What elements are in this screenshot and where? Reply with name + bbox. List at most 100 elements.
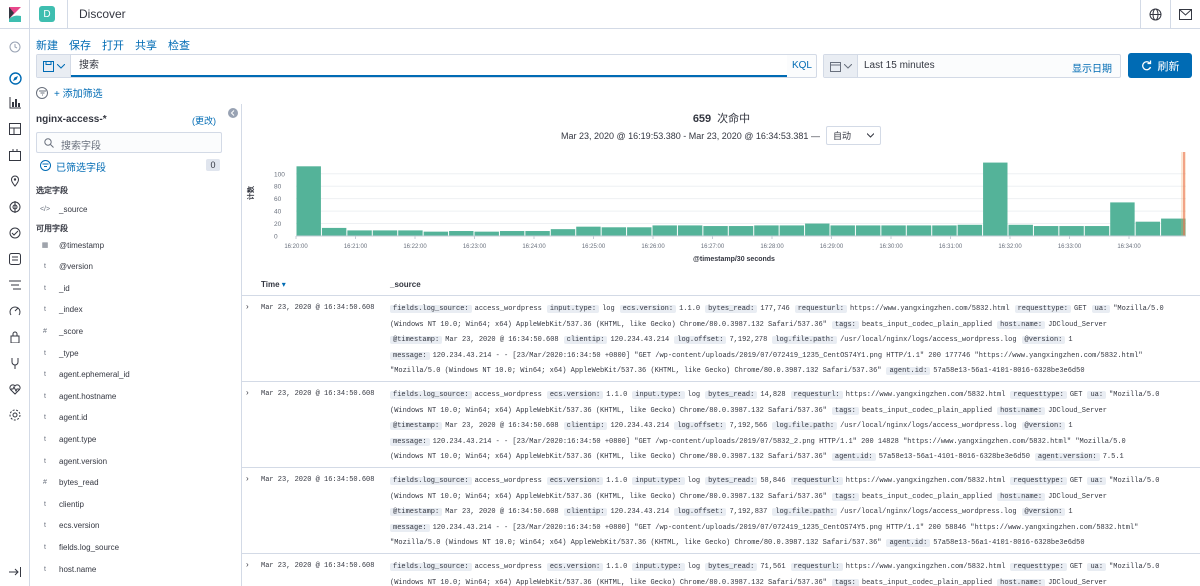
add-filter-link[interactable]: + 添加筛选 [54,85,103,100]
dashboard-icon[interactable] [8,122,22,136]
field-item-agent-type[interactable]: t agent.type [38,432,96,446]
source-key: agent.id: [886,367,931,375]
infra-icon[interactable] [8,226,22,240]
field-item-index[interactable]: t _index [38,303,83,317]
expand-row-icon[interactable]: › [246,302,249,311]
doc-source: fields.log_source: access_wordpress ecs.ve… [390,388,1190,466]
doc-source: fields.log_source: access_wordpress ecs.ve… [390,474,1190,552]
table-row[interactable]: › Mar 23, 2020 @ 16:34:50.608 fields.log_s… [242,296,1200,382]
help-globe-icon[interactable] [1140,0,1170,29]
field-item-bytes-read[interactable]: # bytes_read [38,476,99,490]
logs-icon[interactable] [8,252,22,266]
collapse-nav-icon[interactable] [8,565,22,579]
field-item-timestamp[interactable]: ▦ @timestamp [38,238,104,252]
canvas-icon[interactable] [8,148,22,162]
col-time-label: Time [261,280,280,289]
field-search-placeholder: 搜索字段 [61,141,101,152]
field-item-agent-ephemeral-id[interactable]: t agent.ephemeral_id [38,368,130,382]
monitoring-icon[interactable] [8,382,22,396]
col-time[interactable]: Time ▾ [261,280,286,289]
interval-value: 自动 [832,131,851,141]
quick-select-button[interactable] [824,55,858,77]
kibana-logo-icon[interactable] [0,0,30,29]
source-line: (Windows NT 10.0; Win64; x64) AppleWebKi… [390,318,1190,334]
table-row[interactable]: › Mar 23, 2020 @ 16:34:50.608 fields.log_s… [242,554,1200,586]
siem-icon[interactable] [8,330,22,344]
x-tick-label: 16:26:00 [641,244,665,250]
dev-tools-icon[interactable] [8,356,22,370]
table-row[interactable]: › Mar 23, 2020 @ 16:34:50.608 fields.log_s… [242,468,1200,554]
field-type-icon: ▦ [41,242,49,249]
maps-icon[interactable] [8,174,22,188]
results-time-range: Mar 23, 2020 @ 16:19:53.380 - Mar 23, 20… [561,130,820,141]
field-item-fields-log-source[interactable]: t fields.log_source [38,540,119,554]
search-input[interactable] [71,55,787,77]
bar [372,230,398,236]
field-item-id[interactable]: t _id [38,281,70,295]
time-range-text[interactable]: Last 15 minutes [864,60,935,71]
page-title: Discover [79,7,126,21]
field-item-version[interactable]: t @version [38,260,93,274]
visualize-icon[interactable] [8,96,22,110]
field-name: @timestamp [59,240,105,250]
source-key: requesttype: [1010,563,1067,571]
space-avatar[interactable]: D [39,6,55,22]
top-menu: 新建 保存 打开 共享 检查 [36,37,190,53]
field-type-icon: t [44,543,46,551]
field-name: _score [59,326,84,336]
collapse-sidebar-icon[interactable] [228,108,238,118]
change-index-link[interactable]: (更改) [192,114,216,127]
field-item-agent-version[interactable]: t agent.version [38,454,107,468]
field-item-agent-id[interactable]: t agent.id [38,411,87,425]
mail-icon[interactable] [1170,0,1200,29]
source-key: log.offset: [674,508,727,516]
menu-inspect[interactable]: 检查 [168,37,190,53]
field-name: _id [59,283,70,293]
field-item-host-name[interactable]: t host.name [38,562,96,576]
expand-row-icon[interactable]: › [246,474,249,483]
source-key: log.file.path: [772,508,838,516]
filtered-fields-label: 已筛选字段 [56,163,106,174]
apm-icon[interactable] [8,278,22,292]
refresh-button[interactable]: 刷新 [1128,53,1192,78]
source-value: JDCloud_Server [1048,492,1107,501]
field-item-ecs-version[interactable]: t ecs.version [38,519,99,533]
menu-save[interactable]: 保存 [69,37,91,53]
save-icon [42,60,54,72]
field-item-type[interactable]: t _type [38,346,79,360]
menu-open[interactable]: 打开 [102,37,124,53]
field-search-input[interactable]: 搜索字段 [36,132,222,153]
source-value: log [602,305,615,313]
filter-options-icon[interactable] [36,86,48,99]
source-key: ecs.version: [546,391,604,399]
time-range-row: Mar 23, 2020 @ 16:19:53.380 - Mar 23, 20… [561,126,881,145]
show-dates-link[interactable]: 显示日期 [1072,60,1112,75]
table-row[interactable]: › Mar 23, 2020 @ 16:34:50.608 fields.log_s… [242,382,1200,468]
source-key: clientip: [563,422,608,430]
field-item-agent-hostname[interactable]: t agent.hostname [38,389,116,403]
time-picker: Last 15 minutes 显示日期 [823,54,1121,78]
ml-icon[interactable] [8,200,22,214]
source-value: 120.234.43.214 [610,336,670,344]
bar [347,230,372,236]
source-value: https://www.yangxingzhen.com/5832.html [845,477,1006,485]
uptime-icon[interactable] [8,304,22,318]
recent-icon[interactable] [8,40,22,54]
management-gear-icon[interactable] [8,408,22,422]
menu-new[interactable]: 新建 [36,37,58,53]
source-value: GET [1074,305,1087,313]
x-tick-label: 16:33:00 [1058,244,1082,250]
field-item-score[interactable]: # _score [38,324,83,338]
saved-query-button[interactable] [37,55,71,77]
field-item-source[interactable]: </> _source [38,202,88,216]
kql-toggle[interactable]: KQL [792,60,812,71]
discover-icon[interactable] [8,71,22,85]
expand-row-icon[interactable]: › [246,388,249,397]
expand-row-icon[interactable]: › [246,560,249,569]
field-item-clientip[interactable]: t clientip [38,497,84,511]
menu-share[interactable]: 共享 [135,37,157,53]
source-value: 1.1.0 [606,477,628,485]
x-tick-label: 16:23:00 [463,244,487,250]
interval-select[interactable]: 自动 [825,126,881,145]
filtered-fields-toggle[interactable]: 已筛选字段 0 [40,159,220,174]
